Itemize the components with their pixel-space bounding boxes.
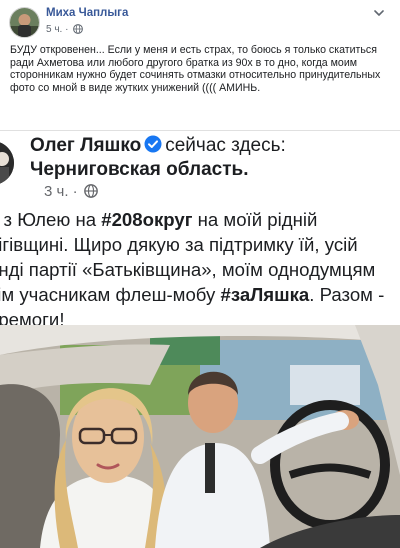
shared-timestamp: 3 ч.: [44, 183, 69, 200]
hashtag-208okrug: #208округ: [101, 209, 193, 230]
shared-presence: сейчас здесь:: [165, 135, 286, 156]
shared-location: Черниговская область.: [30, 159, 249, 180]
author-name[interactable]: Миха Чаплыга: [46, 7, 128, 19]
shared-text-part-1: о з Юлею на: [0, 209, 97, 230]
avatar-photo: [10, 8, 39, 37]
car-interior-photo: [0, 325, 400, 548]
shared-post-screenshot: Олег Ляшко сейчас здесь: Черниговская об…: [0, 130, 400, 548]
hashtag-zalyashka: #заЛяшка: [220, 284, 310, 305]
post-meta: 5 ч. ·: [46, 24, 84, 35]
chevron-down-icon[interactable]: [372, 6, 386, 20]
post-text: БУДУ откровенен... Если у меня и есть ст…: [10, 44, 381, 94]
post-timestamp[interactable]: 5 ч.: [46, 24, 62, 35]
shared-author-name: Олег Ляшко: [30, 135, 142, 156]
shared-header: Олег Ляшко сейчас здесь:: [30, 135, 286, 157]
shared-avatar-photo: [0, 141, 14, 185]
globe-icon[interactable]: [73, 24, 84, 34]
author-avatar[interactable]: [9, 7, 40, 38]
shared-meta: 3 ч. ·: [44, 183, 98, 200]
shared-author-avatar: [0, 141, 14, 185]
verified-badge-icon: [144, 135, 162, 153]
shared-post-text: о з Юлею на #208округ на моїй рідній ніг…: [0, 207, 398, 332]
globe-icon: [83, 184, 98, 198]
facebook-post: Миха Чаплыга 5 ч. · БУДУ откровенен... Е…: [0, 0, 400, 548]
post-photo: [0, 325, 400, 548]
